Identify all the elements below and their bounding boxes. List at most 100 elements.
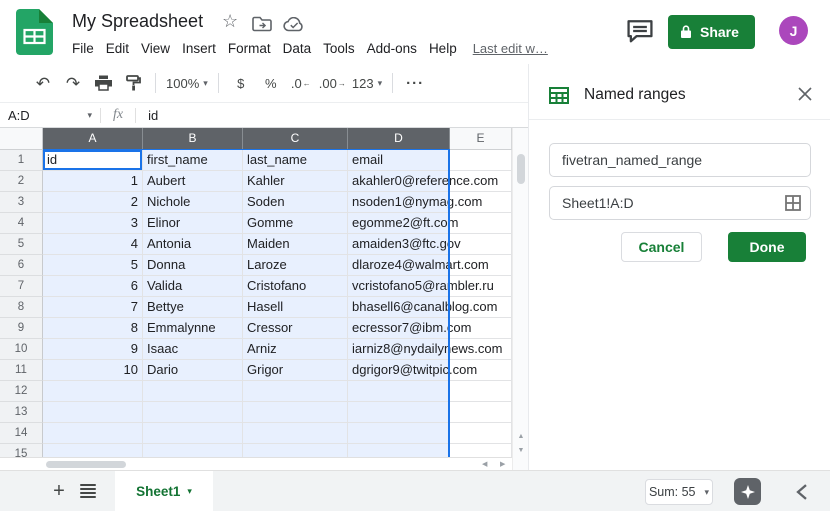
- menu-add-ons[interactable]: Add-ons: [361, 38, 423, 59]
- cell-E6[interactable]: [450, 255, 512, 276]
- cell-D15[interactable]: [348, 444, 450, 457]
- cell-E2[interactable]: [450, 171, 512, 192]
- cell-C1[interactable]: last_name: [243, 150, 348, 171]
- cell-C5[interactable]: Maiden: [243, 234, 348, 255]
- row-header-14[interactable]: 14: [0, 423, 43, 444]
- last-edit-link[interactable]: Last edit w…: [473, 41, 548, 56]
- cell-B2[interactable]: Aubert: [143, 171, 243, 192]
- cell-C9[interactable]: Cressor: [243, 318, 348, 339]
- explore-button[interactable]: [734, 478, 761, 505]
- cell-A9[interactable]: 8: [43, 318, 143, 339]
- cell-D7[interactable]: vcristofano5@rambler.ru: [348, 276, 450, 297]
- vertical-scrollbar[interactable]: ▲ ▼: [512, 128, 528, 470]
- row-header-1[interactable]: 1: [0, 150, 43, 171]
- column-header-E[interactable]: E: [450, 128, 512, 150]
- cell-D4[interactable]: egomme2@ft.com: [348, 213, 450, 234]
- cell-B14[interactable]: [143, 423, 243, 444]
- cell-D14[interactable]: [348, 423, 450, 444]
- redo-icon[interactable]: ↷: [61, 70, 85, 96]
- star-icon[interactable]: ☆: [222, 12, 238, 30]
- document-title[interactable]: My Spreadsheet: [72, 11, 203, 32]
- row-header-4[interactable]: 4: [0, 213, 43, 234]
- cell-D8[interactable]: bhasell6@canalblog.com: [348, 297, 450, 318]
- cell-B10[interactable]: Isaac: [143, 339, 243, 360]
- row-header-2[interactable]: 2: [0, 171, 43, 192]
- cell-A7[interactable]: 6: [43, 276, 143, 297]
- cell-E11[interactable]: [450, 360, 512, 381]
- number-format-select[interactable]: 123▾: [352, 70, 382, 96]
- row-header-5[interactable]: 5: [0, 234, 43, 255]
- avatar[interactable]: J: [779, 16, 808, 45]
- row-header-7[interactable]: 7: [0, 276, 43, 297]
- print-icon[interactable]: [91, 70, 115, 96]
- cloud-status-icon[interactable]: [283, 17, 305, 32]
- cell-B5[interactable]: Antonia: [143, 234, 243, 255]
- cell-C2[interactable]: Kahler: [243, 171, 348, 192]
- cell-D10[interactable]: iarniz8@nydailynews.com: [348, 339, 450, 360]
- cell-A10[interactable]: 9: [43, 339, 143, 360]
- cell-C8[interactable]: Hasell: [243, 297, 348, 318]
- cell-C7[interactable]: Cristofano: [243, 276, 348, 297]
- cell-D3[interactable]: nsoden1@nymag.com: [348, 192, 450, 213]
- vertical-scrollbar-thumb[interactable]: [517, 154, 525, 184]
- column-header-D[interactable]: D: [348, 128, 450, 150]
- cell-C6[interactable]: Laroze: [243, 255, 348, 276]
- undo-icon[interactable]: ↶: [31, 70, 55, 96]
- format-percent-icon[interactable]: %: [259, 70, 283, 96]
- cell-B4[interactable]: Elinor: [143, 213, 243, 234]
- cell-B12[interactable]: [143, 381, 243, 402]
- comment-icon[interactable]: [626, 19, 654, 43]
- menu-tools[interactable]: Tools: [317, 38, 361, 59]
- scroll-up-icon[interactable]: ▲: [513, 433, 529, 440]
- cell-B13[interactable]: [143, 402, 243, 423]
- cell-A12[interactable]: [43, 381, 143, 402]
- cell-A1[interactable]: id: [43, 150, 143, 171]
- cell-C4[interactable]: Gomme: [243, 213, 348, 234]
- cell-B15[interactable]: [143, 444, 243, 457]
- select-all-corner[interactable]: [0, 128, 43, 150]
- row-header-12[interactable]: 12: [0, 381, 43, 402]
- cell-E13[interactable]: [450, 402, 512, 423]
- select-data-range-icon[interactable]: [785, 195, 801, 211]
- increase-decimal-icon[interactable]: .00→: [319, 70, 346, 96]
- cell-D13[interactable]: [348, 402, 450, 423]
- cell-D2[interactable]: akahler0@reference.com: [348, 171, 450, 192]
- cell-D6[interactable]: dlaroze4@walmart.com: [348, 255, 450, 276]
- column-header-A[interactable]: A: [43, 128, 143, 150]
- move-folder-icon[interactable]: [252, 16, 272, 32]
- horizontal-scrollbar[interactable]: ◀ ▶: [0, 457, 512, 470]
- cell-C12[interactable]: [243, 381, 348, 402]
- cell-E10[interactable]: [450, 339, 512, 360]
- menu-view[interactable]: View: [135, 38, 176, 59]
- menu-help[interactable]: Help: [423, 38, 463, 59]
- formula-input[interactable]: id: [136, 108, 528, 123]
- column-header-B[interactable]: B: [143, 128, 243, 150]
- row-header-11[interactable]: 11: [0, 360, 43, 381]
- share-button[interactable]: Share: [668, 15, 755, 49]
- cell-A4[interactable]: 3: [43, 213, 143, 234]
- menu-insert[interactable]: Insert: [176, 38, 222, 59]
- cell-C11[interactable]: Grigor: [243, 360, 348, 381]
- cell-E4[interactable]: [450, 213, 512, 234]
- cell-A11[interactable]: 10: [43, 360, 143, 381]
- row-header-9[interactable]: 9: [0, 318, 43, 339]
- menu-data[interactable]: Data: [277, 38, 318, 59]
- chevron-left-icon[interactable]: [795, 484, 809, 500]
- cell-A6[interactable]: 5: [43, 255, 143, 276]
- paint-format-icon[interactable]: [121, 70, 145, 96]
- cell-B6[interactable]: Donna: [143, 255, 243, 276]
- cell-C13[interactable]: [243, 402, 348, 423]
- cell-A8[interactable]: 7: [43, 297, 143, 318]
- column-header-C[interactable]: C: [243, 128, 348, 150]
- row-header-3[interactable]: 3: [0, 192, 43, 213]
- cell-D5[interactable]: amaiden3@ftc.gov: [348, 234, 450, 255]
- cell-B8[interactable]: Bettye: [143, 297, 243, 318]
- cell-B11[interactable]: Dario: [143, 360, 243, 381]
- row-header-6[interactable]: 6: [0, 255, 43, 276]
- scroll-down-icon[interactable]: ▼: [513, 447, 529, 454]
- cell-A3[interactable]: 2: [43, 192, 143, 213]
- cancel-button[interactable]: Cancel: [621, 232, 702, 262]
- cell-E12[interactable]: [450, 381, 512, 402]
- decrease-decimal-icon[interactable]: .0←: [289, 70, 313, 96]
- cell-E1[interactable]: [450, 150, 512, 171]
